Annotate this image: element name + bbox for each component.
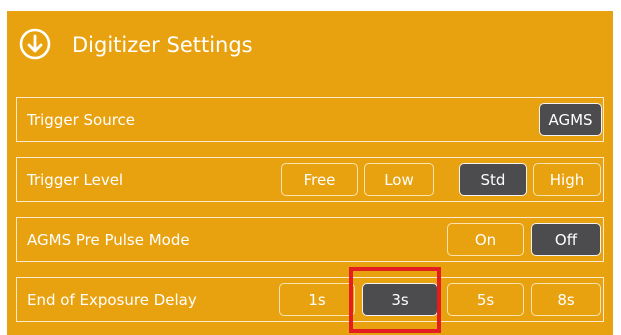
- panel-header[interactable]: Digitizer Settings: [7, 11, 613, 86]
- panel-title: Digitizer Settings: [72, 33, 253, 57]
- agms-pre-pulse-mode-row: AGMS Pre Pulse Mode On Off: [16, 217, 604, 262]
- trigger-level-high-button[interactable]: High: [533, 163, 601, 196]
- end-of-exposure-delay-row: End of Exposure Delay 1s 3s 5s 8s: [16, 277, 604, 322]
- trigger-level-row: Trigger Level Free Low Std High: [16, 157, 604, 202]
- agms-pre-pulse-off-button[interactable]: Off: [531, 223, 601, 256]
- trigger-level-low-button[interactable]: Low: [364, 163, 434, 196]
- agms-pre-pulse-on-button[interactable]: On: [447, 223, 524, 256]
- end-of-exposure-delay-label: End of Exposure Delay: [27, 290, 197, 309]
- trigger-level-free-button[interactable]: Free: [281, 163, 358, 196]
- delay-3s-button[interactable]: 3s: [362, 283, 438, 316]
- trigger-source-row: Trigger Source AGMS: [16, 97, 604, 142]
- trigger-level-std-button[interactable]: Std: [459, 163, 527, 196]
- delay-1s-button[interactable]: 1s: [279, 283, 355, 316]
- delay-8s-button[interactable]: 8s: [531, 283, 601, 316]
- trigger-level-label: Trigger Level: [27, 170, 124, 189]
- delay-5s-button[interactable]: 5s: [447, 283, 524, 316]
- arrow-down-circle-icon[interactable]: [19, 28, 51, 60]
- trigger-source-agms-button[interactable]: AGMS: [539, 103, 602, 136]
- trigger-source-label: Trigger Source: [27, 110, 136, 129]
- digitizer-settings-panel: Digitizer Settings Trigger Source AGMS T…: [7, 11, 613, 335]
- agms-pre-pulse-mode-label: AGMS Pre Pulse Mode: [27, 230, 190, 249]
